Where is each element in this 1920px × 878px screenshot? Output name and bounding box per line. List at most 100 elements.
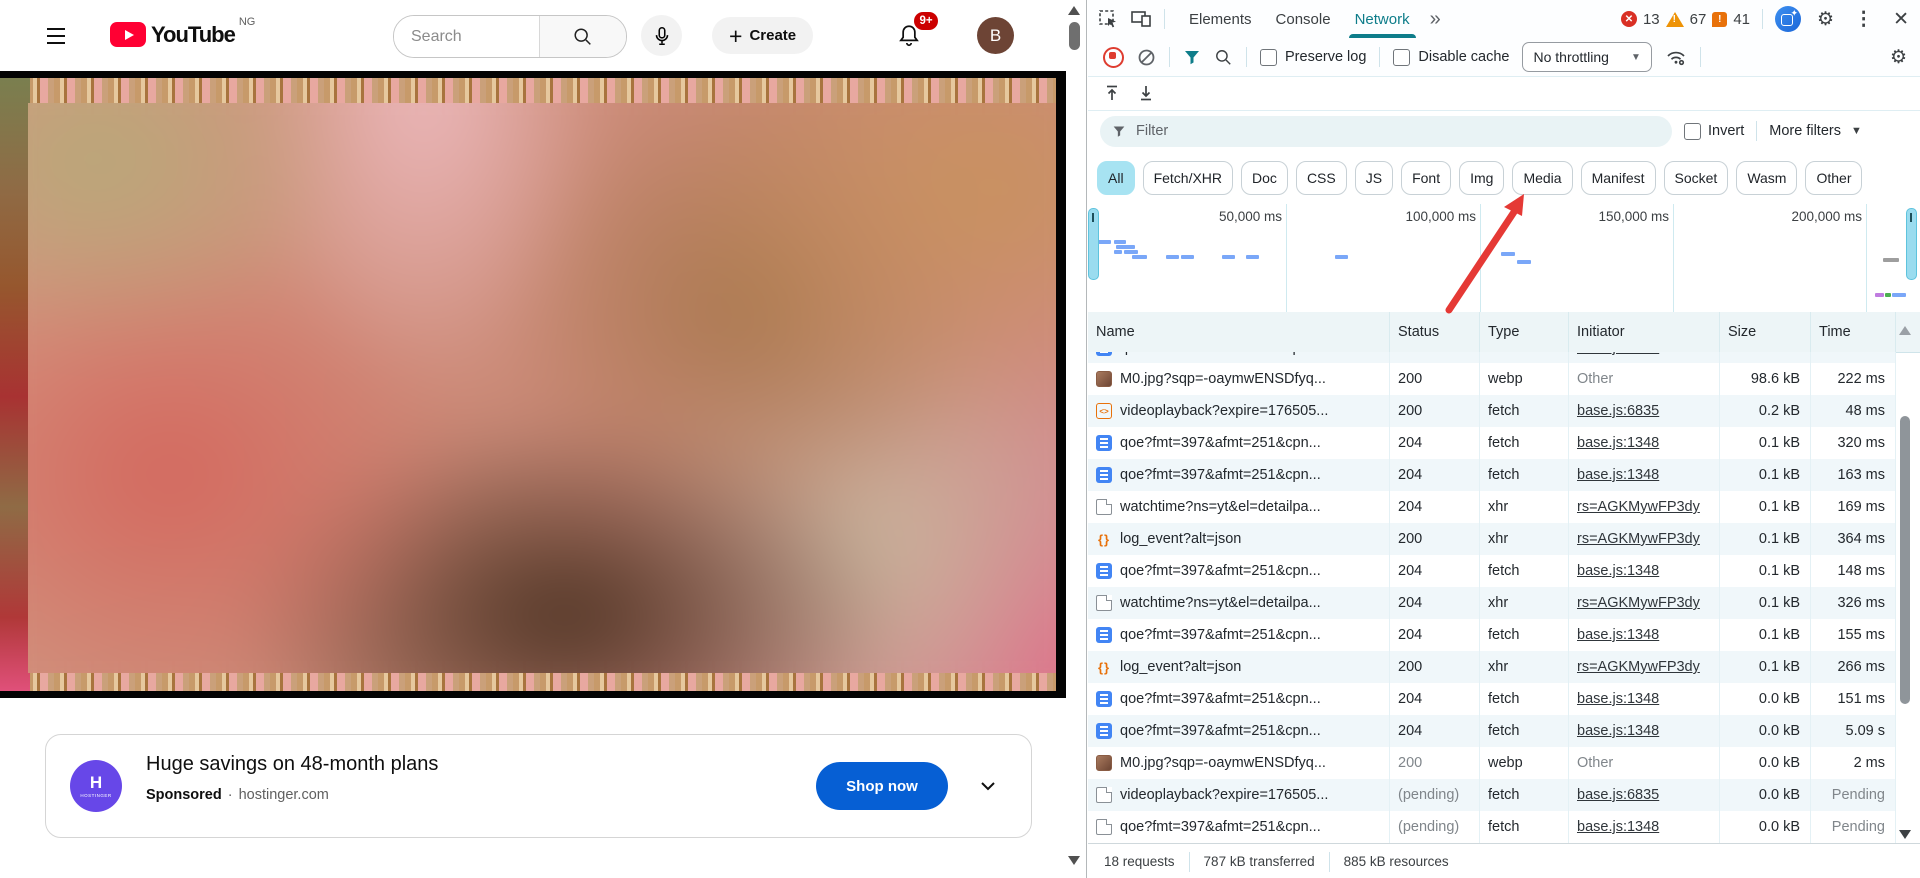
initiator-link[interactable]: base.js:1348	[1577, 352, 1659, 356]
chevron-down-icon[interactable]	[976, 774, 1000, 798]
column-header-time[interactable]: Time	[1811, 312, 1896, 352]
cell-time	[1811, 352, 1896, 363]
initiator-link[interactable]: base.js:1348	[1577, 435, 1659, 451]
table-row[interactable]: qoe?fmt=397&afmt=251&cpn... 204fetch base.…	[1088, 427, 1896, 459]
filter-chip-other[interactable]: Other	[1805, 161, 1863, 195]
table-scrollbar-thumb[interactable]	[1900, 416, 1910, 704]
initiator-link[interactable]: base.js:1348	[1577, 691, 1659, 707]
filter-chip-manifest[interactable]: Manifest	[1580, 161, 1656, 195]
invert-checkbox[interactable]	[1684, 122, 1701, 140]
overview-brush-right[interactable]	[1906, 208, 1917, 280]
table-row[interactable]: M0.jpg?sqp=-oaymwENSDfyq... 200 webp Other 0…	[1088, 747, 1896, 779]
initiator-link[interactable]: base.js:6835	[1577, 787, 1659, 803]
preserve-log-checkbox[interactable]	[1260, 48, 1277, 66]
overview-brush-left[interactable]	[1088, 208, 1099, 280]
export-har-icon[interactable]	[1137, 84, 1155, 102]
shop-now-button[interactable]: Shop now	[816, 762, 948, 810]
filter-chip-img[interactable]: Img	[1459, 161, 1505, 195]
network-overview-timeline[interactable]: 50,000 ms 100,000 ms 150,000 ms 200,000 ms	[1088, 204, 1920, 313]
table-row[interactable]: qoe?fmt=397&afmt=251&cpn... 204fetch base.…	[1088, 459, 1896, 491]
table-row[interactable]: qoe?fmt=397&afmt=251&cpn... 204fetch base.…	[1088, 555, 1896, 587]
network-conditions-icon[interactable]	[1665, 47, 1687, 67]
table-row[interactable]: <> videoplayback?expire=176505... 200 fetch…	[1088, 395, 1896, 427]
column-header-initiator[interactable]: Initiator	[1569, 312, 1720, 352]
page-scrollbar-up[interactable]	[1068, 6, 1080, 15]
initiator-link[interactable]: base.js:1348	[1577, 467, 1659, 483]
more-filters-dropdown[interactable]: More filters ▼	[1769, 123, 1862, 139]
initiator-link[interactable]: base.js:1348	[1577, 819, 1659, 835]
filter-chip-js[interactable]: JS	[1354, 161, 1394, 195]
column-header-status[interactable]: Status	[1390, 312, 1480, 352]
page-scrollbar-thumb[interactable]	[1069, 22, 1080, 50]
table-row[interactable]: videoplayback?expire=176505... (pending) f…	[1088, 779, 1896, 811]
table-row[interactable]: qoe?fmt=397&afmt=251&cpn... 204fetch base.…	[1088, 352, 1896, 363]
network-search-icon[interactable]	[1214, 48, 1233, 67]
table-scrollbar-up[interactable]	[1899, 326, 1911, 335]
close-devtools-icon[interactable]: ✕	[1889, 8, 1920, 31]
network-settings-gear-icon[interactable]: ⚙	[1886, 46, 1920, 69]
microphone-icon	[655, 26, 668, 45]
filter-chip-media[interactable]: Media	[1512, 161, 1573, 195]
image-icon	[1096, 371, 1112, 387]
initiator-link[interactable]: rs=AGKMywFP3dy	[1577, 659, 1700, 675]
table-row[interactable]: qoe?fmt=397&afmt=251&cpn... 204fetch base.…	[1088, 683, 1896, 715]
table-row[interactable]: qoe?fmt=397&afmt=251&cpn... 204fetch base.…	[1088, 715, 1896, 747]
console-status-badges[interactable]: ✕ 13 67 ! 41	[1620, 11, 1750, 28]
avatar[interactable]: B	[977, 17, 1014, 54]
initiator-link[interactable]: base.js:1348	[1577, 563, 1659, 579]
record-network-log-button[interactable]	[1103, 46, 1124, 68]
ad-banner[interactable]: H HOSTINGER Huge savings on 48-month pla…	[45, 734, 1032, 838]
filter-chip-socket[interactable]: Socket	[1663, 161, 1729, 195]
throttling-dropdown[interactable]: No throttling ▼	[1522, 42, 1652, 72]
voice-search-button[interactable]	[641, 15, 682, 56]
filter-chip-font[interactable]: Font	[1401, 161, 1452, 195]
tab-console[interactable]: Console	[1264, 0, 1343, 38]
initiator-link[interactable]: base.js:1348	[1577, 723, 1659, 739]
initiator-link[interactable]: rs=AGKMywFP3dy	[1577, 499, 1700, 515]
table-scrollbar-down[interactable]	[1899, 830, 1911, 839]
import-har-icon[interactable]	[1103, 84, 1121, 102]
filter-chip-all[interactable]: All	[1097, 161, 1135, 195]
table-row[interactable]: watchtime?ns=yt&el=detailpa... 204 xhr rs=A…	[1088, 587, 1896, 619]
cell-name: M0.jpg?sqp=-oaymwENSDfyq...	[1088, 747, 1390, 779]
device-toolbar-icon[interactable]	[1130, 9, 1152, 29]
filter-input[interactable]	[1134, 122, 1660, 140]
inspect-element-icon[interactable]	[1098, 9, 1118, 29]
filter-chip-wasm[interactable]: Wasm	[1736, 161, 1798, 195]
initiator-link[interactable]: base.js:6835	[1577, 403, 1659, 419]
table-row[interactable]: watchtime?ns=yt&el=detailpa... 204 xhr rs=A…	[1088, 491, 1896, 523]
column-header-size[interactable]: Size	[1720, 312, 1811, 352]
table-row[interactable]: {} log_event?alt=json 200 xhr rs=AGKMywFP3dy…	[1088, 651, 1896, 683]
initiator-link[interactable]: rs=AGKMywFP3dy	[1577, 531, 1700, 547]
initiator-link[interactable]: rs=AGKMywFP3dy	[1577, 595, 1700, 611]
disable-cache-checkbox[interactable]	[1393, 48, 1411, 66]
filter-chip-fetch-xhr[interactable]: Fetch/XHR	[1142, 161, 1234, 195]
table-row[interactable]: {} log_event?alt=json 200 xhr rs=AGKMywFP3dy…	[1088, 523, 1896, 555]
hamburger-menu-icon[interactable]	[40, 20, 72, 52]
kebab-menu-icon[interactable]: ⋮	[1850, 8, 1877, 31]
page-scrollbar-down[interactable]	[1068, 856, 1080, 865]
summary-stat: 885 kB resources	[1343, 854, 1449, 869]
table-row[interactable]: M0.jpg?sqp=-oaymwENSDfyq... 200 webp Other 9…	[1088, 363, 1896, 395]
tab-elements[interactable]: Elements	[1177, 0, 1264, 38]
clear-network-log-icon[interactable]	[1137, 48, 1156, 67]
table-row[interactable]: qoe?fmt=397&afmt=251&cpn... 204fetch base.…	[1088, 619, 1896, 651]
video-player[interactable]	[0, 71, 1066, 698]
search-input[interactable]	[394, 16, 539, 57]
tab-network[interactable]: Network	[1343, 0, 1422, 38]
search-button[interactable]	[539, 16, 626, 57]
initiator-link[interactable]: base.js:1348	[1577, 627, 1659, 643]
filter-chip-doc[interactable]: Doc	[1241, 161, 1288, 195]
settings-gear-icon[interactable]: ⚙	[1813, 8, 1838, 31]
more-tabs-icon[interactable]: »	[1430, 8, 1441, 31]
devtools-tabs: Elements Console Network	[1177, 0, 1422, 38]
request-name: log_event?alt=json	[1120, 659, 1242, 675]
filter-funnel-icon[interactable]	[1183, 49, 1201, 66]
ai-assistant-icon[interactable]: ✦	[1775, 6, 1802, 32]
youtube-logo[interactable]: YouTube NG	[110, 16, 255, 47]
column-header-type[interactable]: Type	[1480, 312, 1569, 352]
filter-chip-css[interactable]: CSS	[1295, 161, 1347, 195]
table-row[interactable]: qoe?fmt=397&afmt=251&cpn... (pending) fetc…	[1088, 811, 1896, 843]
column-header-name[interactable]: Name	[1088, 312, 1390, 352]
create-button[interactable]: + Create	[712, 17, 814, 54]
